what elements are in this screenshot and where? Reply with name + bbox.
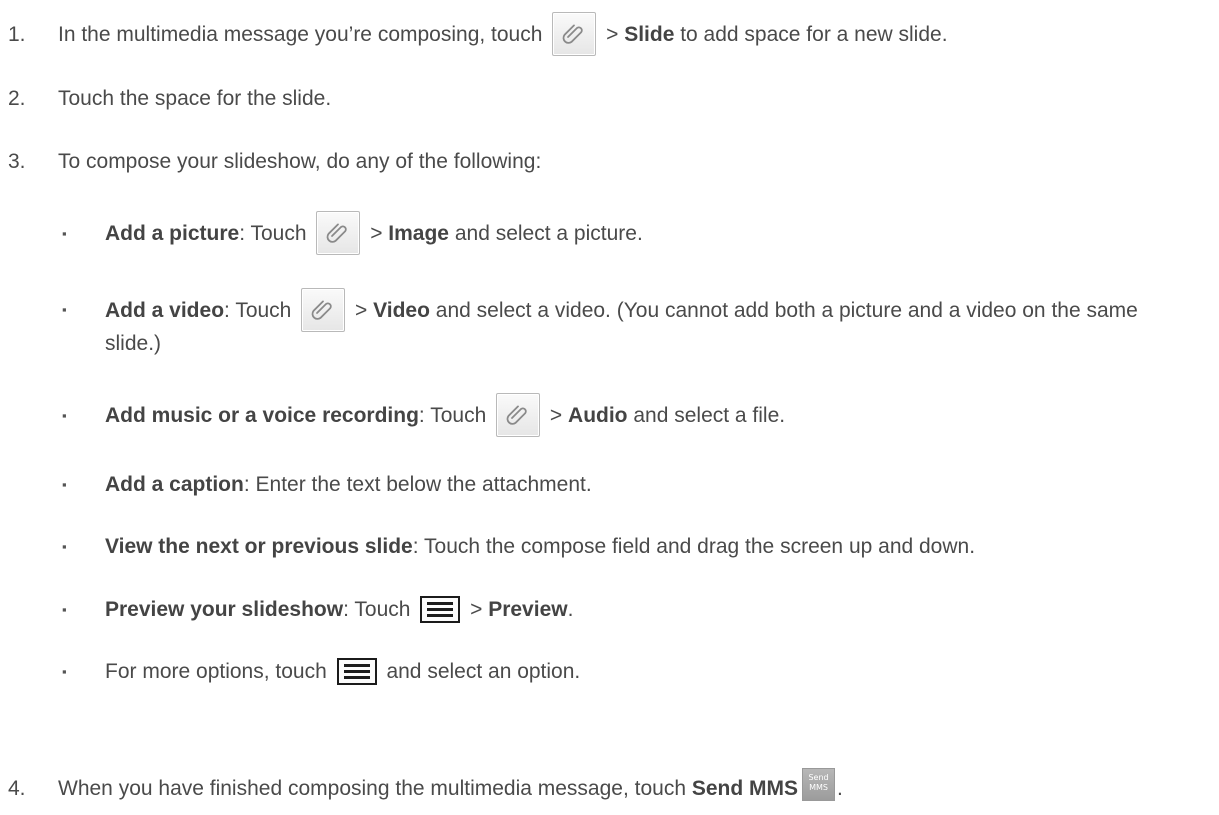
step-number: 3. bbox=[8, 150, 26, 173]
step-text: Touch the space for the slide. bbox=[58, 87, 332, 110]
paperclip-icon bbox=[301, 288, 346, 333]
step-text: In the multimedia message you’re composi… bbox=[58, 12, 948, 57]
menu-icon bbox=[336, 657, 377, 685]
bullet-text: Add music or a voice recording: Touch > … bbox=[105, 393, 785, 438]
bullet-mark: ▪ bbox=[62, 664, 67, 679]
instructions-page: 1. In the multimedia message you’re comp… bbox=[0, 0, 1219, 815]
bullet-mark: ▪ bbox=[62, 539, 67, 554]
step-number: 1. bbox=[8, 23, 26, 46]
bullet-text: For more options, touch and select an op… bbox=[105, 657, 580, 685]
bullet-text: Add a caption: Enter the text below the … bbox=[105, 473, 592, 496]
bullet-mark: ▪ bbox=[62, 226, 67, 241]
bullet-mark: ▪ bbox=[62, 408, 67, 423]
slide-label: Slide bbox=[624, 23, 675, 46]
bullet-text: View the next or previous slide: Touch t… bbox=[105, 535, 976, 558]
step-number: 4. bbox=[8, 777, 26, 800]
paperclip-icon bbox=[552, 12, 597, 57]
send-mms-label: Send MMS bbox=[691, 777, 799, 800]
step-text: To compose your slideshow, do any of the… bbox=[58, 150, 542, 173]
bullet-mark: ▪ bbox=[62, 602, 67, 617]
step-number: 2. bbox=[8, 87, 26, 110]
paperclip-icon bbox=[316, 211, 361, 256]
step-text: When you have finished composing the mul… bbox=[58, 767, 843, 802]
paperclip-icon bbox=[496, 393, 541, 438]
bullet-text: Add a picture: Touch > Image and select … bbox=[105, 211, 643, 256]
bullet-text: Preview your slideshow: Touch > Preview. bbox=[105, 595, 573, 623]
bullet-mark: ▪ bbox=[62, 477, 67, 492]
send-mms-icon: Send MMS bbox=[802, 767, 836, 801]
bullet-mark: ▪ bbox=[62, 302, 67, 317]
menu-icon bbox=[420, 595, 461, 623]
bullet-text: Add a video: Touch > Video and select a … bbox=[105, 288, 1185, 360]
